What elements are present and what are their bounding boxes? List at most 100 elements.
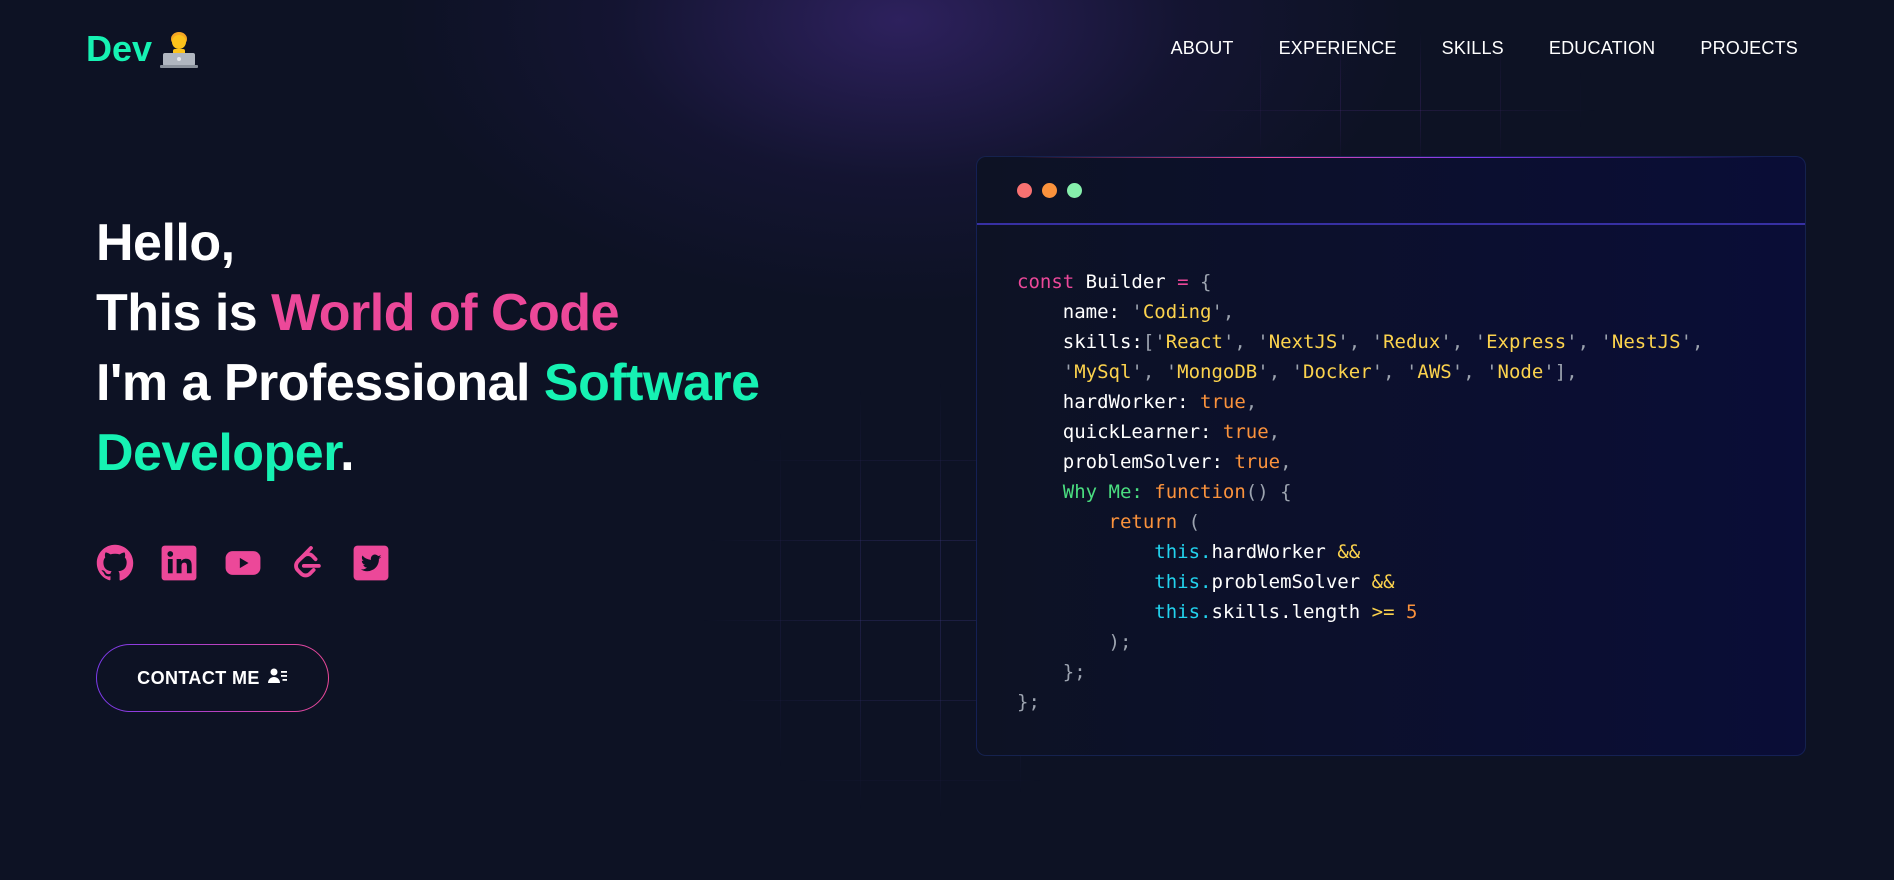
code-token: { bbox=[1200, 271, 1212, 293]
code-token: this. bbox=[1017, 541, 1212, 563]
window-dot-orange bbox=[1042, 182, 1057, 198]
nav-link-experience[interactable]: EXPERIENCE bbox=[1279, 38, 1397, 59]
code-token: this. bbox=[1017, 601, 1212, 623]
logo-text: Dev bbox=[86, 28, 153, 69]
hero-line-3-prefix: I'm a Professional bbox=[96, 354, 544, 412]
code-token: problemSolver: bbox=[1017, 451, 1235, 473]
code-token: = bbox=[1177, 271, 1201, 293]
code-token: function bbox=[1154, 481, 1246, 503]
code-token: '], bbox=[1543, 361, 1578, 383]
contact-me-button[interactable]: CONTACT ME bbox=[96, 644, 329, 712]
code-token: name: bbox=[1017, 301, 1132, 323]
code-token: ); bbox=[1017, 631, 1132, 653]
hero-highlight-world-of-code: World of Code bbox=[271, 284, 619, 342]
contact-me-label: CONTACT ME bbox=[137, 667, 260, 688]
code-token: 5 bbox=[1405, 601, 1418, 623]
code-token: AWS bbox=[1417, 361, 1452, 383]
code-token: ', ' bbox=[1451, 361, 1498, 383]
hero-line-2-prefix: This is bbox=[96, 284, 272, 342]
nav-link-education[interactable]: EDUCATION bbox=[1549, 38, 1655, 59]
code-token: hardWorker: bbox=[1017, 391, 1201, 413]
code-token: ( bbox=[1188, 511, 1201, 533]
nav-link-skills[interactable]: SKILLS bbox=[1442, 38, 1504, 59]
code-token: Redux bbox=[1383, 331, 1441, 353]
contact-card-icon bbox=[267, 667, 288, 690]
code-token: skills: bbox=[1017, 331, 1143, 353]
linkedin-icon[interactable] bbox=[160, 544, 198, 582]
youtube-icon[interactable] bbox=[224, 544, 262, 582]
hero-line-4-suffix: . bbox=[340, 424, 355, 482]
code-line: this.skills.length >= 5 bbox=[1017, 597, 1765, 627]
code-token: && bbox=[1337, 541, 1361, 563]
code-token: true bbox=[1200, 391, 1246, 413]
code-token: problemSolver bbox=[1211, 571, 1372, 593]
code-line: name: 'Coding', bbox=[1017, 297, 1765, 327]
code-token: hardWorker bbox=[1211, 541, 1338, 563]
code-line: }; bbox=[1017, 687, 1765, 717]
window-dot-green bbox=[1067, 182, 1082, 198]
code-token: , bbox=[1245, 391, 1258, 413]
code-token: true bbox=[1222, 421, 1269, 443]
code-token: }; bbox=[1017, 691, 1040, 713]
developer-emoji-icon bbox=[160, 29, 199, 69]
contact-me-button-inner: CONTACT ME bbox=[97, 645, 328, 711]
code-line: skills:['React', 'NextJS', 'Redux', 'Exp… bbox=[1017, 327, 1765, 357]
code-token: quickLearner: bbox=[1017, 421, 1223, 443]
code-line: Why Me: function() { bbox=[1017, 477, 1765, 507]
social-links bbox=[96, 544, 390, 582]
code-line: problemSolver: true, bbox=[1017, 447, 1765, 477]
leetcode-icon[interactable] bbox=[288, 544, 326, 582]
code-token: ', ' bbox=[1257, 361, 1304, 383]
code-token: MySql bbox=[1074, 361, 1132, 383]
code-block: const Builder = { name: 'Coding', skills… bbox=[977, 225, 1805, 717]
code-token: MongoDB bbox=[1177, 361, 1258, 383]
code-token: ', bbox=[1211, 301, 1235, 323]
hero-highlight-software: Software bbox=[543, 354, 760, 412]
nav-link-about[interactable]: ABOUT bbox=[1171, 38, 1234, 59]
hero-highlight-developer: Developer bbox=[96, 424, 341, 482]
twitter-icon[interactable] bbox=[352, 544, 390, 582]
code-token: && bbox=[1371, 571, 1395, 593]
code-token: , bbox=[1280, 451, 1292, 473]
hero-heading: Hello, This is World of Code I'm a Profe… bbox=[96, 208, 856, 488]
code-token: Why Me: bbox=[1017, 481, 1155, 503]
code-token: ', ' bbox=[1222, 331, 1269, 353]
logo-link[interactable]: Dev bbox=[86, 28, 199, 70]
code-window-header bbox=[977, 157, 1805, 225]
code-token: ', ' bbox=[1131, 361, 1178, 383]
code-token: ', bbox=[1680, 331, 1704, 353]
nav-link-projects[interactable]: PROJECTS bbox=[1700, 38, 1798, 59]
code-token: NestJS bbox=[1611, 331, 1681, 353]
code-token: ', ' bbox=[1371, 361, 1418, 383]
code-token: Node bbox=[1497, 361, 1544, 383]
code-token: skills.length bbox=[1211, 601, 1372, 623]
code-token: ', ' bbox=[1566, 331, 1612, 353]
code-token: React bbox=[1165, 331, 1223, 353]
code-token: , bbox=[1268, 421, 1281, 443]
code-line: hardWorker: true, bbox=[1017, 387, 1765, 417]
code-window: const Builder = { name: 'Coding', skills… bbox=[976, 156, 1806, 756]
code-line: quickLearner: true, bbox=[1017, 417, 1765, 447]
code-token: Express bbox=[1486, 331, 1567, 353]
code-token: Builder bbox=[1085, 271, 1178, 293]
code-token: true bbox=[1234, 451, 1281, 473]
github-icon[interactable] bbox=[96, 544, 134, 582]
window-dot-red bbox=[1017, 182, 1032, 198]
code-line: this.problemSolver && bbox=[1017, 567, 1765, 597]
nav-links: ABOUT EXPERIENCE SKILLS EDUCATION PROJEC… bbox=[1171, 38, 1798, 59]
code-line: ); bbox=[1017, 627, 1765, 657]
code-token: Coding bbox=[1142, 301, 1212, 323]
code-line: }; bbox=[1017, 657, 1765, 687]
code-token: ' bbox=[1131, 301, 1143, 323]
code-token: [' bbox=[1142, 331, 1166, 353]
code-token: ', ' bbox=[1440, 331, 1487, 353]
code-token: this. bbox=[1017, 571, 1212, 593]
code-token: const bbox=[1017, 271, 1086, 293]
navbar: Dev ABOUT EXPERIENCE SKILLS EDUCATION PR… bbox=[0, 0, 1894, 100]
code-token: NextJS bbox=[1268, 331, 1338, 353]
code-token: return bbox=[1017, 511, 1189, 533]
code-window-top-accent bbox=[977, 157, 1805, 158]
code-line: 'MySql', 'MongoDB', 'Docker', 'AWS', 'No… bbox=[1017, 357, 1765, 387]
code-token: >= bbox=[1371, 601, 1406, 623]
code-token: }; bbox=[1017, 661, 1086, 683]
